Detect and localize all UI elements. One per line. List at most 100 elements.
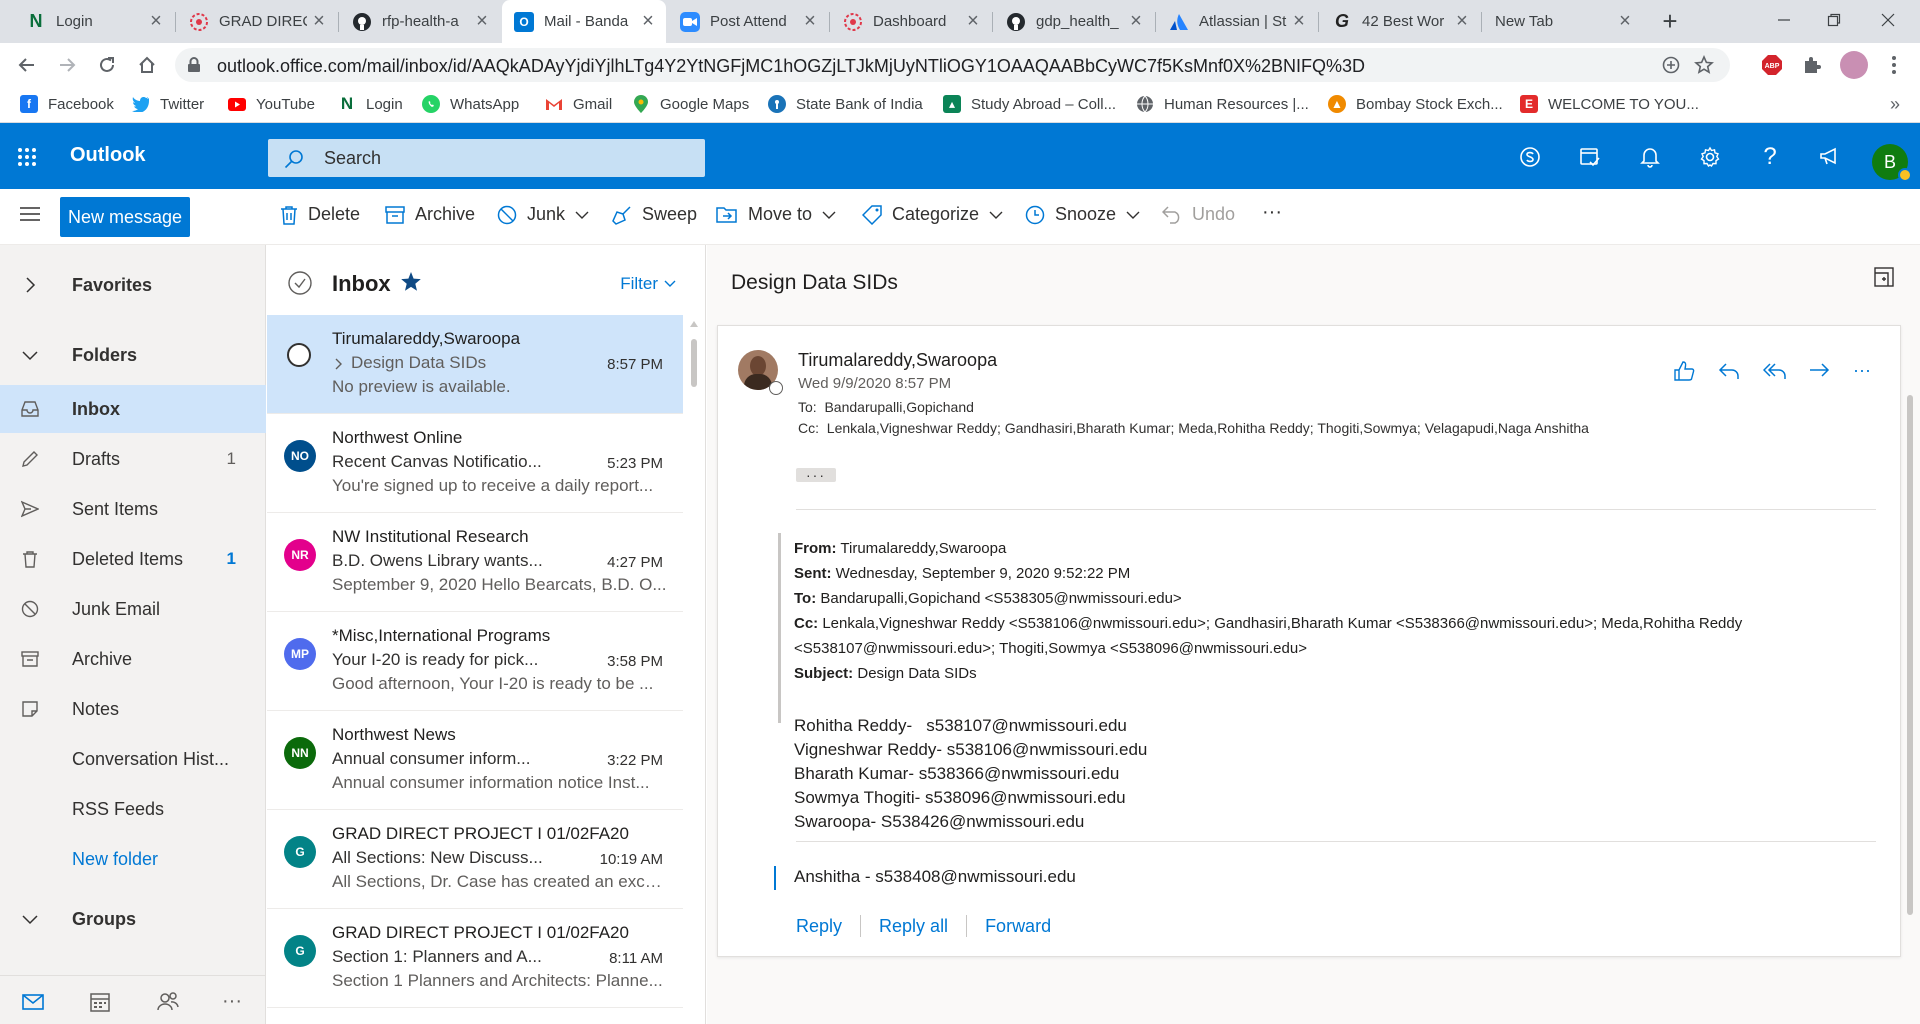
bookmark-youtube[interactable]: YouTube	[228, 95, 315, 113]
sender-name[interactable]: Tirumalareddy,Swaroopa	[798, 350, 997, 371]
browser-tab-atlassian[interactable]: Atlassian | St ×	[1157, 0, 1317, 43]
search-box[interactable]	[268, 139, 705, 177]
reply-all-arrow-icon[interactable]	[1763, 360, 1787, 384]
add-circle-icon[interactable]	[1662, 56, 1680, 74]
thread-chevron-right-icon[interactable]	[335, 358, 343, 370]
reload-icon[interactable]	[92, 50, 122, 80]
message-item[interactable]: Tirumalareddy,Swaroopa Design Data SIDs …	[267, 315, 683, 414]
hamburger-menu-icon[interactable]	[19, 205, 41, 223]
extensions-puzzle-icon[interactable]	[1800, 53, 1824, 77]
scroll-up-arrow-icon[interactable]	[690, 321, 698, 327]
scroll-thumb[interactable]	[1907, 395, 1913, 915]
like-thumbs-up-icon[interactable]	[1673, 360, 1697, 384]
close-tab-icon[interactable]: ×	[1613, 10, 1637, 33]
forward-button[interactable]: Forward	[985, 916, 1051, 937]
delete-button[interactable]: Delete	[280, 204, 360, 225]
show-more-button[interactable]: ···	[796, 467, 836, 483]
select-all-checkbox-icon[interactable]	[288, 271, 312, 295]
categorize-button[interactable]: Categorize	[862, 204, 1013, 225]
message-list-scrollbar[interactable]	[685, 315, 703, 1024]
skype-icon[interactable]	[1517, 144, 1543, 170]
bookmark-star-icon[interactable]	[1694, 55, 1714, 75]
reply-button[interactable]: Reply	[796, 916, 842, 937]
mail-envelope-icon[interactable]	[21, 990, 45, 1014]
new-tab-plus-icon[interactable]: +	[1655, 6, 1685, 36]
close-tab-icon[interactable]: ×	[1124, 10, 1148, 33]
chevron-down-icon[interactable]	[1126, 211, 1150, 219]
url-bar[interactable]: outlook.office.com/mail/inbox/id/AAQkADA…	[175, 48, 1730, 82]
sidebar-item-inbox[interactable]: Inbox	[0, 385, 266, 433]
sidebar-item-junk[interactable]: Junk Email	[0, 585, 266, 633]
close-tab-icon[interactable]: ×	[307, 10, 331, 33]
profile-avatar-icon[interactable]	[1840, 51, 1868, 79]
help-question-icon[interactable]: ?	[1757, 143, 1783, 170]
bookmark-human-resources[interactable]: Human Resources |...	[1136, 95, 1309, 113]
sidebar-item-archive[interactable]: Archive	[0, 635, 266, 683]
feedback-megaphone-icon[interactable]	[1817, 144, 1843, 170]
close-tab-icon[interactable]: ×	[1287, 10, 1311, 33]
browser-tab-new-tab[interactable]: New Tab ×	[1483, 0, 1643, 43]
close-window-icon[interactable]	[1860, 0, 1916, 40]
archive-button[interactable]: Archive	[385, 204, 475, 225]
open-in-new-window-icon[interactable]	[1874, 267, 1894, 287]
new-message-button[interactable]: New message	[60, 197, 190, 237]
reply-arrow-icon[interactable]	[1718, 360, 1742, 384]
notifications-bell-icon[interactable]	[1637, 144, 1663, 170]
new-folder-link[interactable]: New folder	[0, 835, 266, 883]
search-input[interactable]	[324, 139, 694, 177]
people-icon[interactable]	[156, 990, 180, 1014]
message-item[interactable]: MP *Misc,International Programs Your I-2…	[267, 612, 683, 711]
groups-section[interactable]: Groups	[0, 895, 266, 943]
bookmark-bse[interactable]: ▲ Bombay Stock Exch...	[1328, 95, 1503, 113]
favorites-section[interactable]: Favorites	[0, 261, 266, 309]
message-item[interactable]: NO Northwest Online Recent Canvas Notifi…	[267, 414, 683, 513]
chevron-down-icon[interactable]	[989, 211, 1013, 219]
sidebar-item-rss-feeds[interactable]: RSS Feeds	[0, 785, 266, 833]
browser-tab-rfp-health[interactable]: rfp-health-a ×	[340, 0, 500, 43]
snooze-button[interactable]: Snooze	[1025, 204, 1150, 225]
bookmark-twitter[interactable]: Twitter	[132, 95, 204, 113]
sidebar-item-sent[interactable]: Sent Items	[0, 485, 266, 533]
select-radio[interactable]	[287, 343, 311, 367]
to-value[interactable]: Bandarupalli,Gopichand	[824, 399, 973, 415]
cc-value[interactable]: Lenkala,Vigneshwar Reddy; Gandhasiri,Bha…	[827, 420, 1589, 436]
forward-arrow-icon[interactable]	[1808, 360, 1832, 384]
sidebar-item-notes[interactable]: Notes	[0, 685, 266, 733]
more-apps-icon[interactable]: ···	[222, 990, 246, 1014]
forward-arrow-icon[interactable]	[52, 50, 82, 80]
reading-pane-scrollbar[interactable]	[1903, 325, 1917, 957]
outlook-brand[interactable]: Outlook	[70, 144, 146, 167]
close-tab-icon[interactable]: ×	[798, 10, 822, 33]
close-tab-icon[interactable]: ×	[636, 10, 660, 33]
scroll-thumb[interactable]	[691, 339, 697, 387]
bookmark-sbi[interactable]: State Bank of India	[768, 95, 923, 113]
back-arrow-icon[interactable]	[12, 50, 42, 80]
bookmark-welcome[interactable]: E WELCOME TO YOU...	[1520, 95, 1699, 113]
browser-tab-mail[interactable]: O Mail - Banda ×	[502, 0, 666, 43]
chevron-down-icon[interactable]	[575, 211, 599, 219]
bookmarks-overflow-icon[interactable]: »	[1890, 94, 1900, 115]
close-tab-icon[interactable]: ×	[1450, 10, 1474, 33]
close-tab-icon[interactable]: ×	[144, 10, 168, 33]
message-item[interactable]: G GRAD DIRECT PROJECT I 01/02FA20 Sectio…	[267, 909, 683, 1008]
browser-tab-post-attend[interactable]: Post Attend ×	[668, 0, 828, 43]
browser-tab-dashboard[interactable]: Dashboard ×	[831, 0, 991, 43]
undo-button[interactable]: Undo	[1162, 204, 1235, 225]
sidebar-item-drafts[interactable]: Drafts 1	[0, 435, 266, 483]
message-item[interactable]: NN Northwest News Annual consumer inform…	[267, 711, 683, 810]
my-day-calendar-check-icon[interactable]	[1577, 144, 1603, 170]
browser-tab-42-best[interactable]: G 42 Best Wor ×	[1320, 0, 1480, 43]
folders-section[interactable]: Folders	[0, 331, 266, 379]
bookmark-study-abroad[interactable]: ▴ Study Abroad – Coll...	[943, 95, 1116, 113]
junk-button[interactable]: Junk	[497, 204, 599, 225]
bookmark-whatsapp[interactable]: WhatsApp	[422, 95, 519, 113]
minimize-icon[interactable]	[1756, 0, 1812, 40]
adblock-icon[interactable]: ABP	[1760, 53, 1784, 77]
browser-tab-gdp-health[interactable]: gdp_health_ ×	[994, 0, 1154, 43]
favorite-star-icon[interactable]	[400, 271, 422, 293]
browser-tab-login[interactable]: N Login ×	[14, 0, 174, 43]
settings-gear-icon[interactable]	[1697, 144, 1723, 170]
sidebar-item-deleted[interactable]: Deleted Items 1	[0, 535, 266, 583]
bookmark-gmail[interactable]: Gmail	[545, 95, 612, 113]
home-icon[interactable]	[132, 50, 162, 80]
